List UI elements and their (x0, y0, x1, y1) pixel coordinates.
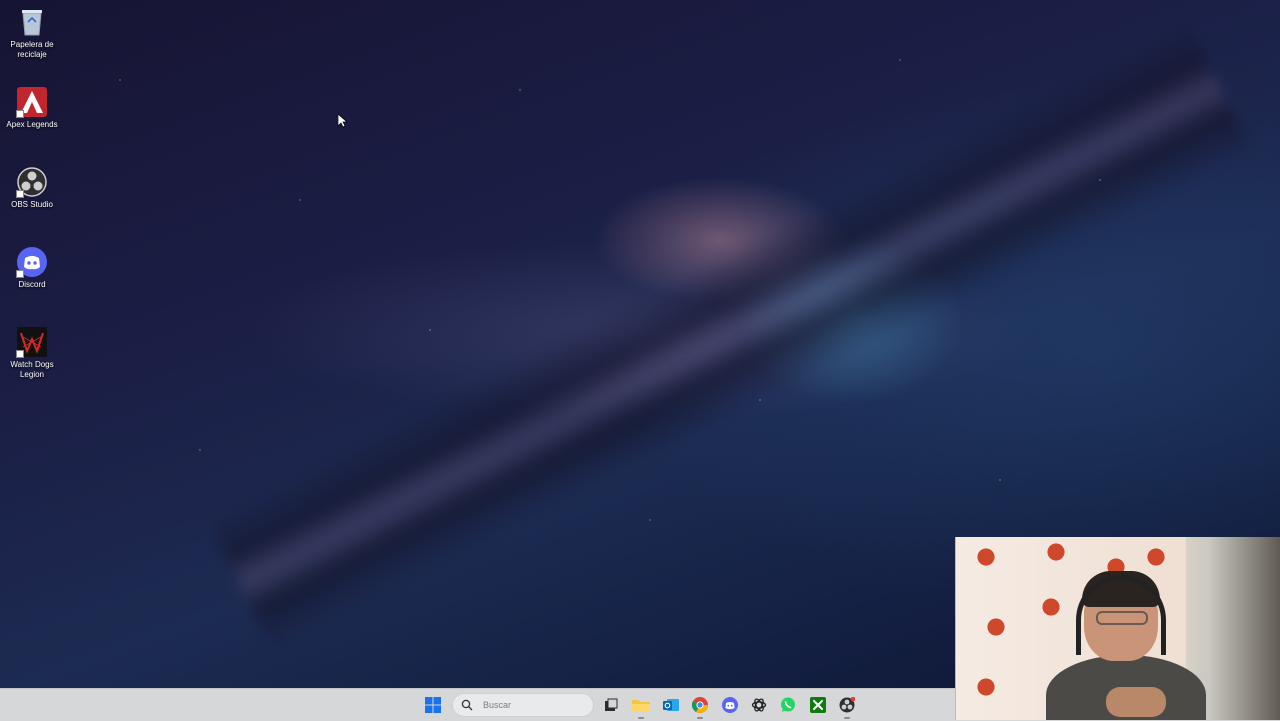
start-icon (425, 697, 441, 713)
obs-icon (839, 697, 855, 713)
desktop-icon-discord[interactable]: Discord (4, 246, 60, 290)
chrome-icon (692, 697, 708, 713)
search-placeholder: Buscar (483, 700, 512, 710)
desktop-icon-obs-studio[interactable]: OBS Studio (4, 166, 60, 210)
taskbar-chatgpt[interactable] (748, 695, 770, 715)
running-indicator (844, 717, 850, 719)
recycle-bin-icon (16, 6, 48, 38)
desktop-icon-label: Watch Dogs Legion (10, 360, 54, 379)
xbox-icon (810, 697, 826, 713)
desktop-icon-label: Papelera de reciclaje (10, 40, 54, 59)
taskbar-search-input[interactable]: Buscar (452, 693, 594, 717)
chatgpt-icon (751, 698, 767, 712)
shortcut-arrow-icon (16, 110, 24, 118)
start-button[interactable] (422, 695, 444, 715)
webcam-overlay (955, 537, 1280, 720)
discord-icon (16, 246, 48, 278)
apex-legends-icon (16, 86, 48, 118)
shortcut-arrow-icon (16, 350, 24, 358)
shortcut-arrow-icon (16, 270, 24, 278)
obs-studio-icon (16, 166, 48, 198)
desktop-icon-watch-dogs-legion[interactable]: Watch Dogs Legion (4, 326, 60, 380)
mouse-pointer-icon (337, 113, 348, 133)
running-indicator (638, 717, 644, 719)
desktop-icon-label: Discord (18, 280, 46, 289)
taskbar-outlook[interactable] (660, 695, 682, 715)
discord-icon (722, 697, 738, 713)
taskbar-xbox[interactable] (807, 695, 829, 715)
desktop-icon-apex-legends[interactable]: Apex Legends (4, 86, 60, 130)
shortcut-arrow-icon (16, 190, 24, 198)
search-icon (461, 699, 473, 711)
whatsapp-icon (781, 697, 795, 712)
person-hands (1106, 687, 1166, 717)
taskbar-chrome[interactable] (689, 695, 711, 719)
watch-dogs-legion-icon (16, 326, 48, 358)
desktop-icon-label: Apex Legends (6, 120, 58, 129)
file-explorer-icon (632, 700, 650, 712)
desktop-icon-label: OBS Studio (11, 200, 53, 209)
running-indicator (697, 717, 703, 719)
taskbar-discord[interactable] (719, 695, 741, 715)
taskbar-whatsapp[interactable] (777, 695, 799, 715)
task-view-button[interactable] (600, 695, 622, 715)
taskbar-obs[interactable] (836, 695, 858, 719)
desktop-icon-recycle-bin[interactable]: Papelera de reciclaje (4, 6, 60, 60)
task-view-icon (605, 698, 618, 711)
glasses (1096, 611, 1148, 625)
taskbar-file-explorer[interactable] (630, 695, 652, 719)
outlook-icon (663, 699, 679, 711)
